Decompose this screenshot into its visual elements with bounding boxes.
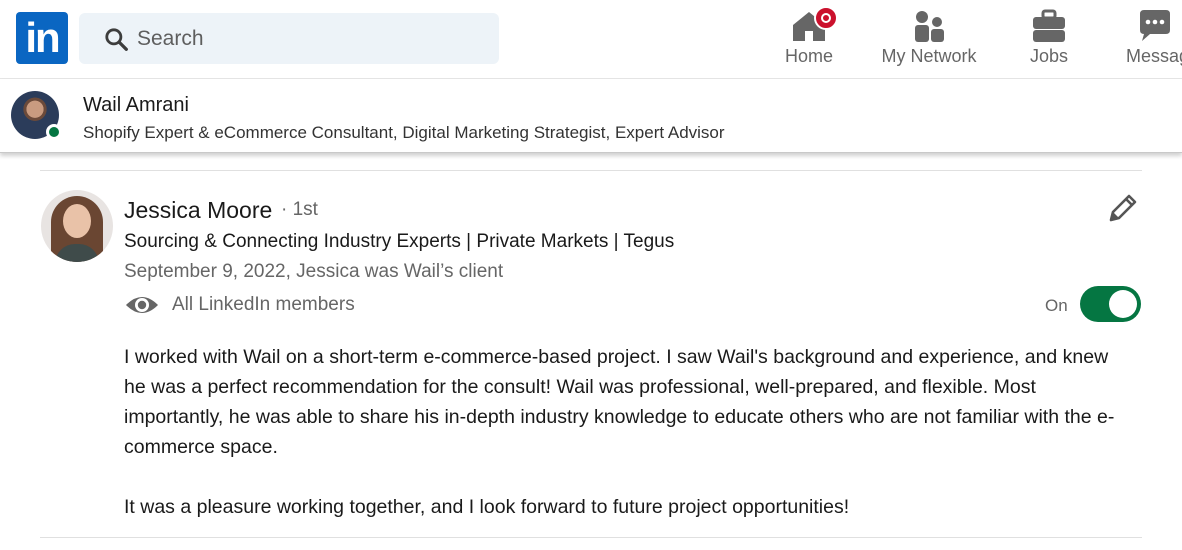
search-icon <box>105 28 128 51</box>
recommendation-paragraph: It was a pleasure working together, and … <box>124 496 850 518</box>
recommendation-date-relationship: September 9, 2022, Jessica was Wail’s cl… <box>124 261 504 282</box>
recommendation-paragraph: I worked with Wail on a short-term e-com… <box>124 346 1115 458</box>
nav-home[interactable]: Home <box>772 0 846 79</box>
toggle-knob <box>1109 290 1137 318</box>
my-network-icon <box>915 11 944 42</box>
nav-jobs-label: Jobs <box>1029 46 1069 66</box>
visibility-label: All LinkedIn members <box>172 294 355 315</box>
nav-messaging[interactable]: Messag <box>1118 0 1182 79</box>
nav-jobs[interactable]: Jobs <box>1016 0 1082 79</box>
profile-sticky-bar: Wail Amrani Shopify Expert & eCommerce C… <box>0 79 1182 153</box>
nav-my-network[interactable]: My Network <box>872 0 986 79</box>
profile-name[interactable]: Wail Amrani <box>83 94 189 117</box>
profile-avatar[interactable] <box>11 91 62 140</box>
jobs-icon <box>1033 9 1065 42</box>
pencil-icon[interactable] <box>1105 192 1139 226</box>
linkedin-logo[interactable]: in <box>16 12 68 64</box>
toggle-state-label: On <box>1045 296 1068 315</box>
messaging-icon <box>1140 10 1170 41</box>
notification-badge <box>814 6 838 30</box>
recommender-name[interactable]: Jessica Moore <box>124 197 272 224</box>
connection-degree: · 1st <box>281 199 318 220</box>
nav-messaging-label: Messag <box>1126 46 1182 66</box>
eye-icon <box>126 297 158 313</box>
top-navigation: in Home My Network Jobs <box>0 0 1182 79</box>
visibility-toggle[interactable] <box>1080 286 1141 322</box>
recommender-avatar[interactable] <box>41 190 113 262</box>
profile-headline: Shopify Expert & eCommerce Consultant, D… <box>83 123 725 142</box>
recommendation-card: Jessica Moore · 1st Sourcing & Connectin… <box>40 170 1142 538</box>
nav-home-label: Home <box>784 46 833 66</box>
nav-my-network-label: My Network <box>881 46 977 66</box>
recommender-headline: Sourcing & Connecting Industry Experts |… <box>124 231 675 252</box>
search-input[interactable] <box>137 13 487 64</box>
recommendation-text: I worked with Wail on a short-term e-com… <box>124 342 1134 522</box>
search-box[interactable] <box>79 13 499 64</box>
online-status-indicator <box>46 124 62 140</box>
